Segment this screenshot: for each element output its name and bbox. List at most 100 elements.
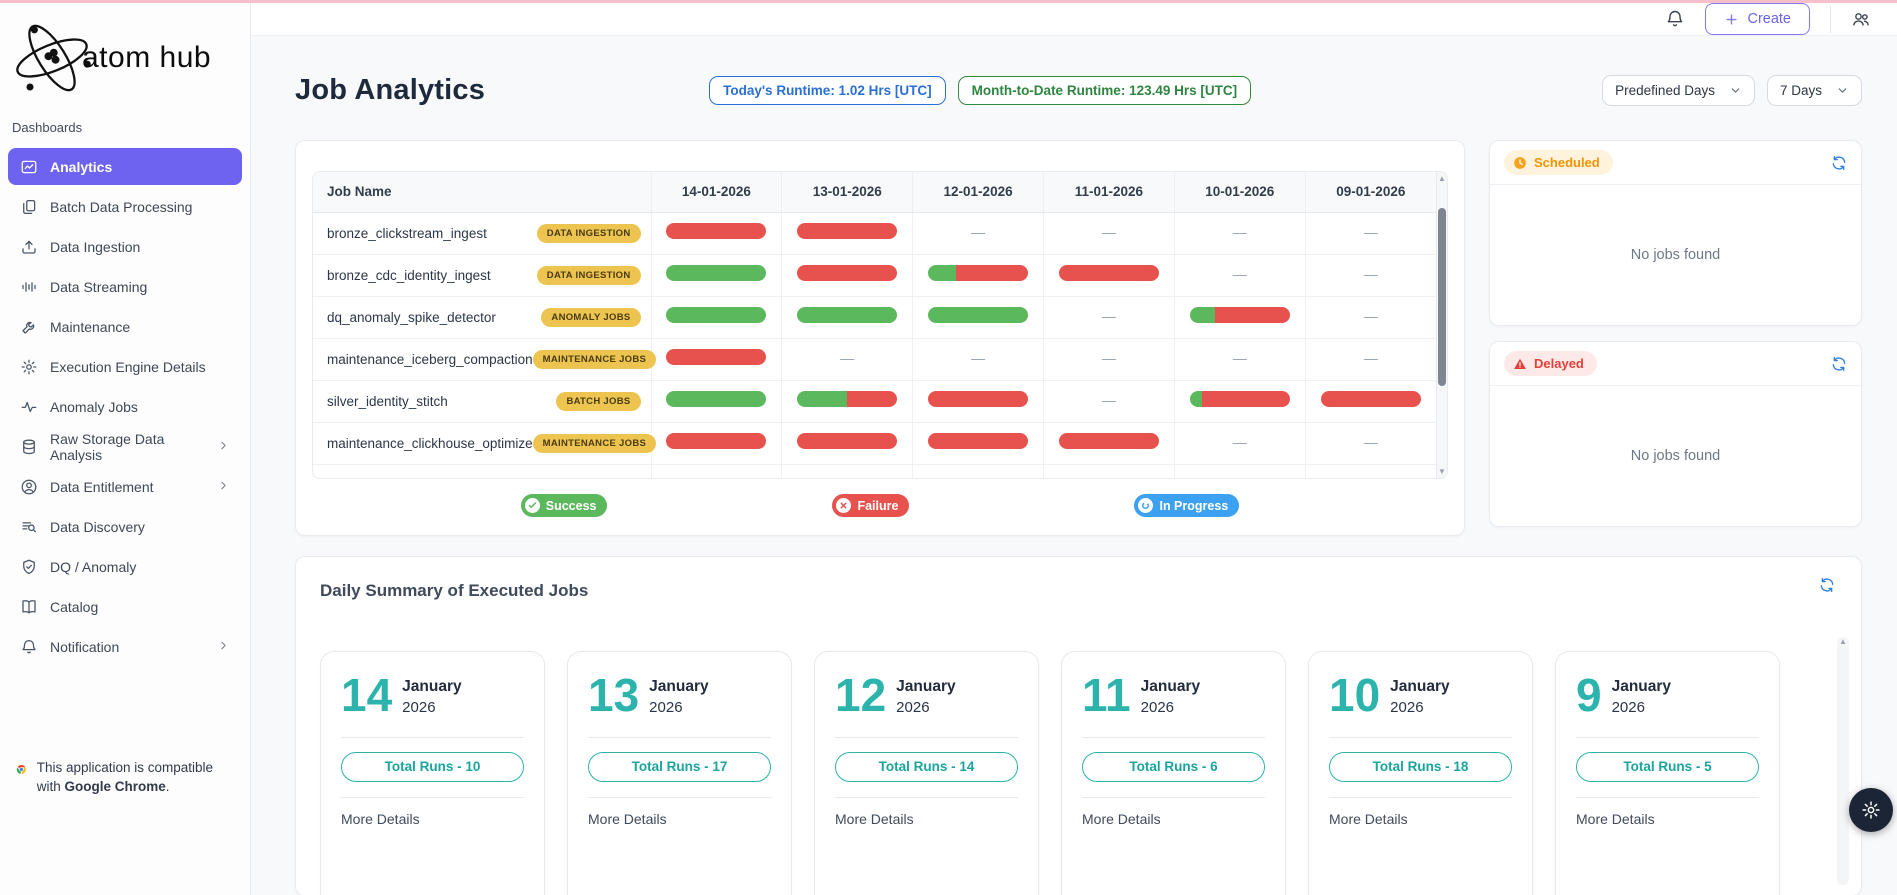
run-status-bar[interactable] <box>797 432 898 449</box>
legend-label: Failure <box>857 498 899 513</box>
more-details-link[interactable]: More Details <box>835 811 1018 827</box>
sidebar-item-data-streaming[interactable]: Data Streaming <box>8 268 242 305</box>
settings-fab-button[interactable] <box>1849 788 1893 832</box>
total-runs-badge: Total Runs - 18 <box>1329 751 1512 782</box>
run-status-bar[interactable] <box>928 390 1029 407</box>
legend-label: Success <box>545 498 597 513</box>
divider <box>341 796 524 798</box>
run-status-bar[interactable] <box>666 390 767 407</box>
run-status-bar[interactable] <box>666 432 767 449</box>
run-status-bar[interactable] <box>1189 306 1290 323</box>
wrench-icon <box>20 318 38 336</box>
date-column-header: 10-01-2026 <box>1173 172 1306 213</box>
table-row: maintenance_clickhouse_optimize MAINTENAN… <box>313 422 1436 465</box>
jobs-table-scrollbar[interactable]: ▲ ▼ <box>1436 171 1448 479</box>
sidebar-item-catalog[interactable]: Catalog <box>8 588 242 625</box>
run-status-bar[interactable] <box>666 348 767 365</box>
days-range-select[interactable]: 7 Days <box>1766 75 1862 106</box>
notification-bell-icon[interactable] <box>1665 9 1685 29</box>
run-status-bar[interactable] <box>928 264 1029 281</box>
sidebar-item-batch-data-processing[interactable]: Batch Data Processing <box>8 188 242 225</box>
sidebar-item-label: Data Discovery <box>50 518 145 535</box>
sidebar-item-data-ingestion[interactable]: Data Ingestion <box>8 228 242 265</box>
days-range-value: 7 Days <box>1779 83 1822 98</box>
runtime-badges: Today's Runtime: 1.02 Hrs [UTC] Month-to… <box>709 76 1252 105</box>
run-status-bar[interactable] <box>1058 432 1159 449</box>
run-status-bar[interactable] <box>797 390 898 407</box>
run-status-bar[interactable] <box>666 222 767 239</box>
refresh-icon[interactable] <box>1831 356 1847 372</box>
job-category-badge: MAINTENANCE JOBS <box>532 349 657 369</box>
day-number: 9 <box>1576 669 1602 721</box>
sidebar-item-analytics[interactable]: Analytics <box>8 148 242 185</box>
legend-label: In Progress <box>1159 498 1229 513</box>
sidebar-item-notification[interactable]: Notification <box>8 628 242 665</box>
sidebar-item-data-entitlement[interactable]: Data Entitlement <box>8 468 242 505</box>
clock-icon <box>1514 156 1526 169</box>
sidebar-item-data-discovery[interactable]: Data Discovery <box>8 508 242 545</box>
sidebar-item-label: Analytics <box>50 158 113 175</box>
divider <box>1329 796 1512 798</box>
sidebar-item-raw-storage-data-analysis[interactable]: Raw Storage Data Analysis <box>8 428 242 465</box>
sidebar-item-execution-engine-details[interactable]: Execution Engine Details <box>8 348 242 385</box>
scroll-up-arrow[interactable]: ▲ <box>1437 174 1447 183</box>
job-runs-matrix-card: Job Name 14-01-2026 13-01-2026 12-01-2026 11… <box>295 140 1465 536</box>
total-runs-badge: Total Runs - 6 <box>1082 751 1265 782</box>
job-name: maintenance_clickhouse_optimize <box>327 435 533 451</box>
divider <box>1082 796 1265 798</box>
run-status-bar[interactable] <box>928 306 1029 323</box>
database-icon <box>20 438 38 456</box>
sidebar-item-dq-anomaly[interactable]: DQ / Anomaly <box>8 548 242 585</box>
scroll-up-arrow[interactable]: ▲ <box>1839 637 1847 646</box>
chevron-right-icon <box>217 439 230 455</box>
scrollbar-thumb[interactable] <box>1438 208 1446 386</box>
create-button[interactable]: Create <box>1705 3 1810 35</box>
run-status-bar[interactable] <box>797 222 898 239</box>
app-logo[interactable]: atom hub <box>0 8 250 102</box>
divider <box>835 736 1018 738</box>
sidebar-item-label: Batch Data Processing <box>50 198 193 215</box>
run-status-bar[interactable] <box>928 432 1029 449</box>
no-run-dash: — <box>1232 266 1247 282</box>
more-details-link[interactable]: More Details <box>1082 811 1265 827</box>
run-status-bar[interactable] <box>666 264 767 281</box>
year-label: 2026 <box>402 699 436 716</box>
no-run-dash: — <box>971 350 986 366</box>
run-status-bar[interactable] <box>1189 390 1290 407</box>
sidebar-item-maintenance[interactable]: Maintenance <box>8 308 242 345</box>
run-status-bar[interactable] <box>666 306 767 323</box>
users-icon[interactable] <box>1851 9 1871 29</box>
more-details-link[interactable]: More Details <box>1329 811 1512 827</box>
scroll-down-arrow[interactable]: ▼ <box>1437 467 1447 476</box>
daily-summary-card-11-january: 11 January 2026 Total Runs - 6 More Details <box>1061 651 1286 895</box>
divider <box>1329 736 1512 738</box>
run-status-bar[interactable] <box>1320 390 1421 407</box>
no-run-dash: — <box>971 224 986 240</box>
gear-icon <box>1862 801 1880 819</box>
refresh-icon[interactable] <box>1831 155 1847 171</box>
sidebar-item-anomaly-jobs[interactable]: Anomaly Jobs <box>8 388 242 425</box>
date-column-header: 11-01-2026 <box>1042 172 1175 213</box>
job-name: bronze_cdc_identity_ingest <box>327 267 491 283</box>
more-details-link[interactable]: More Details <box>341 811 524 827</box>
year-label: 2026 <box>1140 699 1175 716</box>
run-status-bar[interactable] <box>797 264 898 281</box>
more-details-link[interactable]: More Details <box>1576 811 1759 827</box>
day-number: 11 <box>1082 669 1131 721</box>
month-label: January <box>649 678 709 695</box>
daily-summary-scrollbar[interactable]: ▲ <box>1837 637 1849 885</box>
pulse-icon <box>20 398 38 416</box>
no-run-dash: — <box>1363 350 1378 366</box>
run-status-bar[interactable] <box>797 306 898 323</box>
daily-summary-card-9-january: 9 January 2026 Total Runs - 5 More Details <box>1555 651 1780 895</box>
divider <box>1576 736 1759 738</box>
refresh-icon[interactable] <box>1819 577 1835 593</box>
sidebar-item-label: Data Entitlement <box>50 478 154 495</box>
daily-summary-card-10-january: 10 January 2026 Total Runs - 18 More Details <box>1308 651 1533 895</box>
document-icon <box>20 198 38 216</box>
predefined-days-select[interactable]: Predefined Days <box>1602 75 1755 106</box>
day-number: 13 <box>588 669 640 721</box>
job-name: silver_identity_stitch <box>327 393 448 409</box>
more-details-link[interactable]: More Details <box>588 811 771 827</box>
run-status-bar[interactable] <box>1058 264 1159 281</box>
